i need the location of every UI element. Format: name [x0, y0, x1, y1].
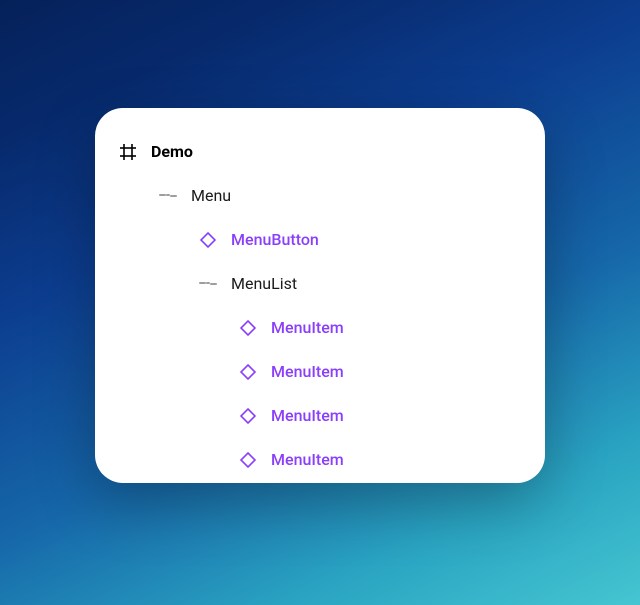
tree-row-menuitem[interactable]: MenuItem — [119, 438, 521, 482]
tree-row-demo[interactable]: Demo — [119, 130, 521, 174]
tree-label-menuitem: MenuItem — [271, 364, 344, 380]
component-diamond-icon — [199, 231, 217, 249]
tree-row-menuitem[interactable]: MenuItem — [119, 394, 521, 438]
component-diamond-icon — [239, 319, 257, 337]
tree-label-menuitem: MenuItem — [271, 320, 344, 336]
tree-row-menuitem[interactable]: MenuItem — [119, 306, 521, 350]
component-diamond-icon — [239, 363, 257, 381]
tree-row-menulist[interactable]: MenuList — [119, 262, 521, 306]
tree-label-demo: Demo — [151, 144, 193, 160]
tree-row-menu[interactable]: Menu — [119, 174, 521, 218]
tree-row-menubutton[interactable]: MenuButton — [119, 218, 521, 262]
tree-label-menuitem: MenuItem — [271, 408, 344, 424]
tree-label-menuitem: MenuItem — [271, 452, 344, 468]
component-diamond-icon — [239, 451, 257, 469]
layers-panel: Demo Menu MenuButton MenuList MenuItem M… — [95, 108, 545, 483]
group-lines-icon — [159, 187, 177, 205]
tree-row-menuitem[interactable]: MenuItem — [119, 350, 521, 394]
frame-icon — [119, 143, 137, 161]
tree-label-menu: Menu — [191, 188, 231, 204]
tree-label-menubutton: MenuButton — [231, 232, 319, 248]
tree-label-menulist: MenuList — [231, 276, 297, 292]
component-diamond-icon — [239, 407, 257, 425]
group-lines-icon — [199, 275, 217, 293]
